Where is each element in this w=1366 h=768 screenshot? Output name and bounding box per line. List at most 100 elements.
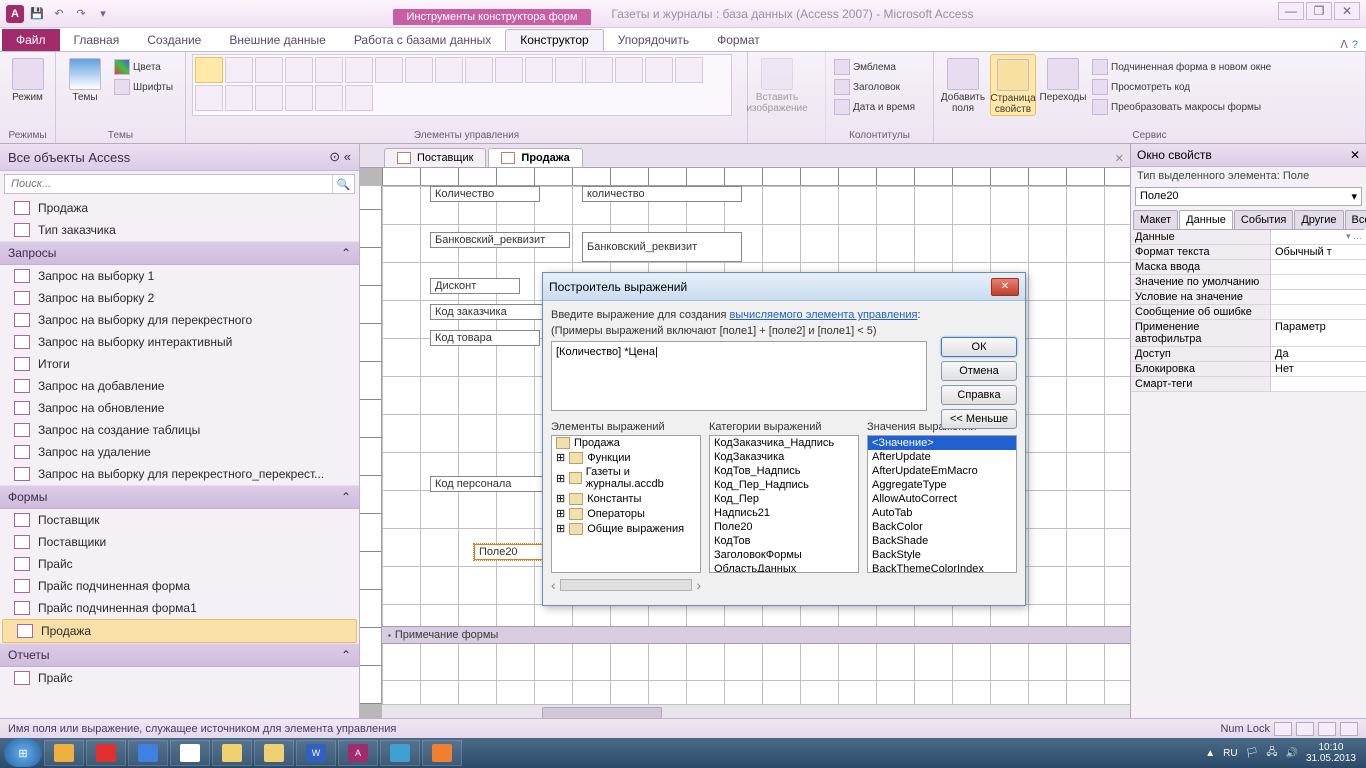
textbox-control[interactable]: количество (582, 186, 742, 202)
close-tab-icon[interactable]: ✕ (1109, 150, 1130, 167)
ribbon-tab[interactable]: Формат (703, 29, 774, 51)
nav-item[interactable]: Запрос на создание таблицы (0, 419, 359, 441)
tray-icon[interactable]: ▲ (1205, 748, 1215, 759)
list-item[interactable]: Код_Пер (710, 492, 858, 506)
nav-item[interactable]: Прайс (0, 667, 359, 689)
collapse-icon[interactable]: ⌃ (341, 648, 351, 662)
view-form-icon[interactable] (1274, 722, 1292, 736)
control-image-icon[interactable] (345, 85, 373, 111)
expression-textarea[interactable]: [Количество] *Цена| (551, 341, 927, 411)
nav-section-reports[interactable]: Отчеты⌃ (0, 643, 359, 667)
subform-button[interactable]: Подчиненная форма в новом окне (1090, 58, 1273, 76)
calculated-control-link[interactable]: вычисляемого элемента управления (729, 309, 917, 321)
list-item[interactable]: BackShade (868, 534, 1016, 548)
ribbon-tab[interactable]: Главная (60, 29, 134, 51)
dropdown-icon[interactable]: ⊙ « (329, 149, 351, 165)
less-button[interactable]: << Меньше (941, 409, 1017, 429)
taskbar-app[interactable] (170, 740, 210, 766)
save-icon[interactable]: 💾 (28, 5, 46, 23)
prop-tab[interactable]: Другие (1294, 210, 1343, 229)
list-item[interactable]: <Значение> (868, 436, 1016, 450)
ok-button[interactable]: ОК (941, 337, 1017, 357)
nav-section-queries[interactable]: Запросы⌃ (0, 241, 359, 265)
control-web-icon[interactable] (375, 57, 403, 83)
elements-list[interactable]: Продажа⊞ Функции⊞ Газеты и журналы.accdb… (551, 435, 701, 573)
list-item[interactable]: КодТов_Надпись (710, 464, 858, 478)
search-icon[interactable]: 🔍 (332, 175, 354, 193)
restore-button[interactable]: ❐ (1306, 2, 1332, 20)
nav-item[interactable]: Запрос на выборку для перекрестного_пере… (0, 463, 359, 485)
nav-item-table[interactable]: Тип заказчика (0, 219, 359, 241)
list-item[interactable]: Продажа (552, 436, 700, 450)
list-item[interactable]: ⊞ Константы (552, 491, 700, 506)
list-item[interactable]: AfterUpdate (868, 450, 1016, 464)
close-button[interactable]: ✕ (1334, 2, 1360, 20)
ribbon-tab-active[interactable]: Конструктор (505, 29, 603, 51)
nav-item[interactable]: Запрос на выборку интерактивный (0, 331, 359, 353)
control-option-icon[interactable] (255, 85, 283, 111)
taskbar-app[interactable] (422, 740, 462, 766)
undo-icon[interactable]: ↶ (50, 5, 68, 23)
control-button-icon[interactable] (285, 57, 313, 83)
list-item[interactable]: ЗаголовокФормы (710, 548, 858, 562)
help-button[interactable]: Справка (941, 385, 1017, 405)
control-listbox-icon[interactable] (615, 57, 643, 83)
list-item[interactable]: ⊞ Общие выражения (552, 521, 700, 536)
control-chart-icon[interactable] (525, 57, 553, 83)
document-tab[interactable]: Поставщик (384, 148, 486, 167)
list-item[interactable]: BackThemeColorIndex (868, 562, 1016, 573)
horizontal-ruler[interactable] (382, 168, 1130, 186)
list-item[interactable]: КодЗаказчика_Надпись (710, 436, 858, 450)
prop-tab-active[interactable]: Данные (1179, 210, 1233, 229)
control-subform-icon[interactable] (285, 85, 313, 111)
property-row[interactable]: Сообщение об ошибке (1131, 305, 1366, 320)
list-item[interactable]: BackStyle (868, 548, 1016, 562)
control-nav-icon[interactable] (405, 57, 433, 83)
control-unbound-icon[interactable] (195, 85, 223, 111)
property-object-combo[interactable]: Поле20▾ (1135, 187, 1362, 206)
property-row[interactable]: ДоступДа (1131, 347, 1366, 362)
nav-item[interactable]: Прайс (0, 553, 359, 575)
nav-item[interactable]: Прайс подчиненная форма1 (0, 597, 359, 619)
nav-item[interactable]: Запрос на удаление (0, 441, 359, 463)
file-tab[interactable]: Файл (2, 29, 60, 51)
property-row[interactable]: Значение по умолчанию (1131, 275, 1366, 290)
control-combo-icon[interactable] (495, 57, 523, 83)
control-attachment-icon[interactable] (225, 85, 253, 111)
list-item[interactable]: ⊞ Функции (552, 450, 700, 465)
control-checkbox-icon[interactable] (675, 57, 703, 83)
minimize-button[interactable]: — (1278, 2, 1304, 20)
controls-gallery[interactable] (192, 54, 732, 116)
datetime-button[interactable]: Дата и время (832, 98, 917, 116)
clock[interactable]: 10:10 31.05.2013 (1306, 742, 1356, 764)
collapse-icon[interactable]: ⌃ (341, 246, 351, 260)
view-code-button[interactable]: Просмотреть код (1090, 78, 1273, 96)
list-item[interactable]: ⊞ Газеты и журналы.accdb (552, 465, 700, 491)
control-tab-icon[interactable] (315, 57, 343, 83)
taskbar-app[interactable] (254, 740, 294, 766)
themes-button[interactable]: Темы (62, 54, 108, 103)
values-list[interactable]: <Значение>AfterUpdateAfterUpdateEmMacro A… (867, 435, 1017, 573)
logo-button[interactable]: Эмблема (832, 58, 917, 76)
property-row[interactable]: Смарт-теги (1131, 377, 1366, 392)
document-tab-active[interactable]: Продажа (488, 148, 582, 167)
prop-tab[interactable]: Макет (1133, 210, 1178, 229)
nav-item[interactable]: Запрос на выборку для перекрестного (0, 309, 359, 331)
nav-section-forms[interactable]: Формы⌃ (0, 485, 359, 509)
view-design-icon[interactable] (1340, 722, 1358, 736)
list-item[interactable]: AfterUpdateEmMacro (868, 464, 1016, 478)
help-icon[interactable]: ? (1352, 39, 1358, 51)
list-item[interactable]: Поле20 (710, 520, 858, 534)
list-item[interactable]: BackColor (868, 520, 1016, 534)
nav-item-table[interactable]: Продажа (0, 197, 359, 219)
taskbar-app[interactable] (380, 740, 420, 766)
label-control[interactable]: Код персонала (430, 476, 550, 492)
ribbon-tab[interactable]: Упорядочить (604, 29, 703, 51)
nav-item[interactable]: Запрос на выборку 1 (0, 265, 359, 287)
list-item[interactable]: AllowAutoCorrect (868, 492, 1016, 506)
property-row[interactable]: Применение автофильтраПараметр (1131, 320, 1366, 347)
label-control[interactable]: Банковский_реквизит (430, 232, 570, 248)
view-layout-icon[interactable] (1318, 722, 1336, 736)
taskbar-app[interactable]: W (296, 740, 336, 766)
view-datasheet-icon[interactable] (1296, 722, 1314, 736)
